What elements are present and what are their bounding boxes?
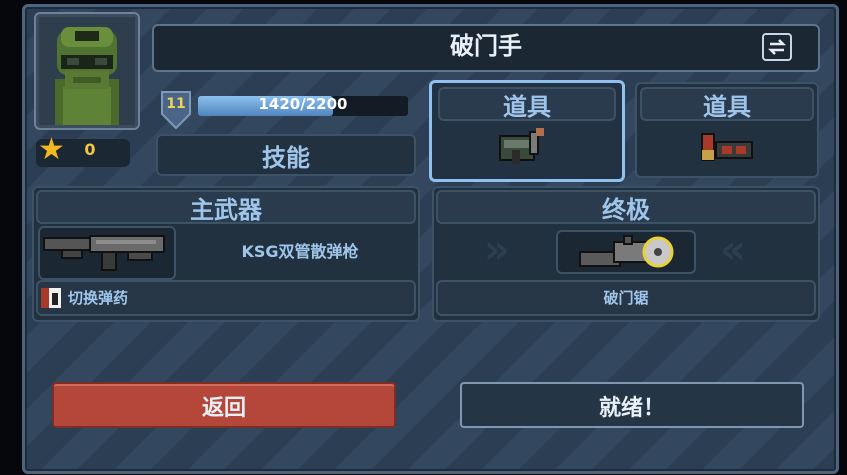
shotgun-icon	[42, 230, 170, 274]
ready-button[interactable]: 就绪！	[460, 382, 804, 428]
primary-weapon-name: KSG双管散弹枪	[241, 242, 359, 261]
chevron-right-icon: »	[484, 227, 510, 273]
swap-icon	[767, 39, 787, 55]
skill-label: 技能	[262, 144, 310, 172]
switch-ammo-icon	[40, 287, 62, 309]
item-slot-1-label: 道具	[503, 93, 551, 121]
hammer-icon	[496, 124, 556, 166]
item-slot-2-label: 道具	[703, 93, 751, 121]
back-button-label: 返回	[201, 396, 246, 421]
swap-character-button[interactable]	[762, 33, 792, 61]
saw-icon	[574, 232, 678, 270]
back-button[interactable]: 返回	[52, 382, 396, 428]
primary-weapon-title: 主武器	[190, 196, 262, 224]
level-number: 11	[166, 96, 186, 112]
ready-button-label: 就绪！	[598, 396, 665, 421]
xp-text: 1420/2200	[258, 95, 348, 113]
primary-ability-text: 切换弹药	[68, 289, 129, 307]
star-count: 0	[84, 140, 96, 159]
soldier-portrait-icon	[39, 17, 135, 125]
character-name: 破门手	[450, 32, 522, 60]
chevron-left-icon: «	[720, 227, 746, 273]
portrait-frame	[34, 12, 140, 130]
star-icon: ★	[38, 132, 65, 167]
ultimate-title: 终极	[602, 196, 650, 224]
ultimate-name: 破门锯	[603, 289, 649, 307]
shell-ammo-icon	[698, 128, 756, 164]
